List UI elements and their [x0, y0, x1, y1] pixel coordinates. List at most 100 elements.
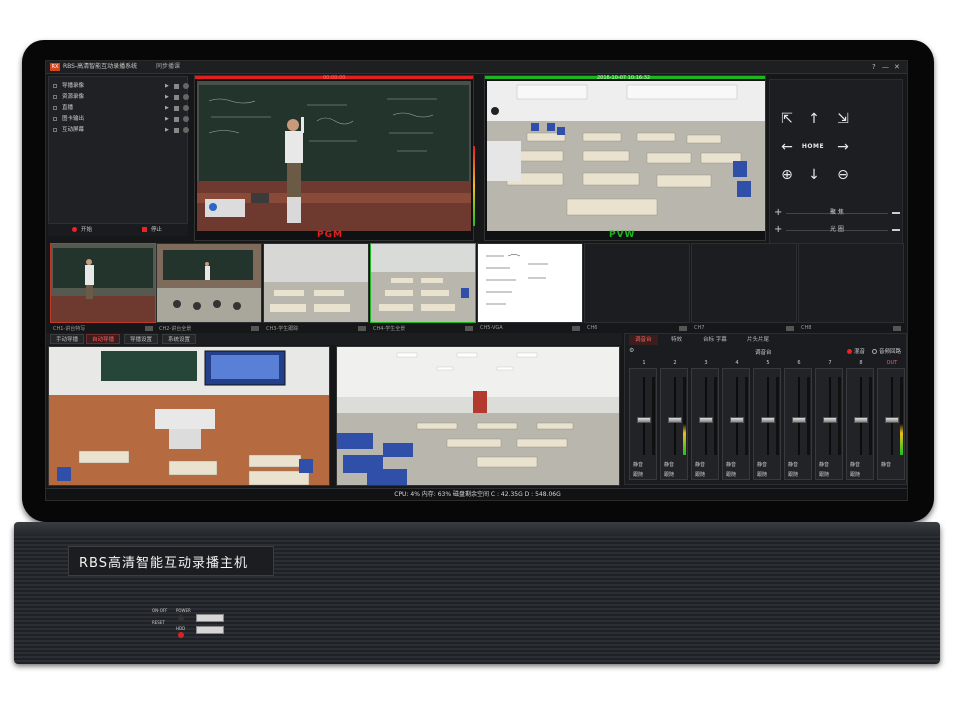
- checkbox[interactable]: [53, 106, 57, 110]
- pgm-monitor[interactable]: 00:00:00 PGM: [194, 75, 475, 241]
- arrow-right-icon[interactable]: →: [832, 136, 854, 158]
- stop-button[interactable]: 停止: [142, 224, 162, 236]
- stop-icon[interactable]: [174, 106, 179, 111]
- channel-thumb-6[interactable]: CH6: [584, 243, 690, 331]
- follow-checkbox[interactable]: 跟随: [819, 471, 829, 478]
- minus-icon[interactable]: [892, 212, 900, 214]
- tab-auto-director[interactable]: 自动导播: [86, 334, 121, 344]
- camera-icon[interactable]: [251, 326, 259, 331]
- stop-icon[interactable]: [174, 95, 179, 100]
- mute-checkbox[interactable]: 静音: [757, 461, 767, 468]
- fader-knob[interactable]: [885, 416, 899, 423]
- fader-knob[interactable]: [730, 416, 744, 423]
- play-icon[interactable]: ▶: [165, 116, 170, 122]
- follow-checkbox[interactable]: 跟随: [757, 471, 767, 478]
- mute-checkbox[interactable]: 静音: [695, 461, 705, 468]
- tab-manual-director[interactable]: 手动导播: [50, 334, 85, 344]
- camera-icon[interactable]: [786, 326, 794, 331]
- mode-menu[interactable]: 同步播课: [156, 61, 180, 73]
- walk-left-icon[interactable]: ⇱: [776, 108, 798, 130]
- control-row-live[interactable]: 直播 ▶: [53, 103, 189, 113]
- channel-thumb-8[interactable]: CH8: [798, 243, 904, 331]
- fader-knob[interactable]: [761, 416, 775, 423]
- fader-knob[interactable]: [792, 416, 806, 423]
- settings-icon[interactable]: [183, 127, 189, 133]
- channel-thumb-3[interactable]: CH3-学生跟踪: [263, 243, 369, 332]
- checkbox[interactable]: [53, 95, 57, 99]
- camera-icon[interactable]: [145, 326, 153, 331]
- follow-checkbox[interactable]: 跟随: [695, 471, 705, 478]
- channel-thumb-4[interactable]: CH4-学生全景: [370, 243, 476, 332]
- fader-knob[interactable]: [823, 416, 837, 423]
- pvw-monitor[interactable]: 2016-10-07 10:16:32 PVW: [484, 75, 766, 241]
- plus-icon[interactable]: +: [774, 224, 782, 235]
- walk-right-icon[interactable]: ⇲: [832, 108, 854, 130]
- mix-radio[interactable]: [847, 349, 852, 354]
- tab-effects[interactable]: 特效: [665, 335, 688, 345]
- play-icon[interactable]: ▶: [165, 94, 170, 100]
- gear-icon[interactable]: ⚙: [629, 347, 634, 354]
- play-icon[interactable]: ▶: [165, 105, 170, 111]
- mute-checkbox[interactable]: 静音: [726, 461, 736, 468]
- settings-icon[interactable]: [183, 94, 189, 100]
- follow-checkbox[interactable]: 跟随: [633, 471, 643, 478]
- checkbox[interactable]: [53, 84, 57, 88]
- settings-icon[interactable]: [183, 83, 189, 89]
- tab-system-settings[interactable]: 系统设置: [162, 334, 197, 344]
- mute-checkbox[interactable]: 静音: [819, 461, 829, 468]
- stop-icon[interactable]: [174, 117, 179, 122]
- mute-checkbox[interactable]: 静音: [850, 461, 860, 468]
- passthrough-radio[interactable]: [872, 349, 877, 354]
- follow-checkbox[interactable]: 跟随: [788, 471, 798, 478]
- camera-icon[interactable]: [679, 326, 687, 331]
- follow-checkbox[interactable]: 跟随: [726, 471, 736, 478]
- fader-knob[interactable]: [699, 416, 713, 423]
- mute-checkbox[interactable]: 静音: [788, 461, 798, 468]
- home-button[interactable]: HOME: [799, 136, 827, 158]
- mute-checkbox[interactable]: 静音: [664, 461, 674, 468]
- settings-icon[interactable]: [183, 105, 189, 111]
- checkbox[interactable]: [53, 117, 57, 121]
- camera-icon[interactable]: [465, 326, 473, 331]
- arrow-up-icon[interactable]: ↑: [803, 108, 825, 130]
- start-button[interactable]: 开始: [72, 224, 92, 236]
- fader-knob[interactable]: [668, 416, 682, 423]
- tab-director-settings[interactable]: 导播设置: [124, 334, 159, 344]
- checkbox[interactable]: [53, 128, 57, 132]
- focus-control[interactable]: + 聚 焦: [774, 207, 900, 219]
- fader-knob[interactable]: [854, 416, 868, 423]
- arrow-down-icon[interactable]: ↓: [803, 164, 825, 186]
- channel-thumb-7[interactable]: CH7: [691, 243, 797, 331]
- follow-checkbox[interactable]: 跟随: [664, 471, 674, 478]
- zoom-in-icon[interactable]: ⊕: [776, 164, 798, 186]
- play-icon[interactable]: ▶: [165, 127, 170, 133]
- zoom-out-icon[interactable]: ⊖: [832, 164, 854, 186]
- plus-icon[interactable]: +: [774, 207, 782, 218]
- tab-mixer[interactable]: 调音台: [629, 335, 658, 345]
- mute-checkbox[interactable]: 静音: [633, 461, 643, 468]
- mute-checkbox[interactable]: 静音: [881, 461, 891, 468]
- tab-logo-subtitle[interactable]: 台标 字幕: [697, 335, 733, 345]
- channel-thumb-2[interactable]: CH2-讲台全景: [156, 243, 262, 332]
- arrow-left-icon[interactable]: ←: [776, 136, 798, 158]
- settings-icon[interactable]: [183, 116, 189, 122]
- main-view-right[interactable]: [336, 346, 620, 486]
- camera-icon[interactable]: [572, 326, 580, 331]
- camera-icon[interactable]: [893, 326, 901, 331]
- main-view-left[interactable]: [48, 346, 330, 486]
- control-row-interactive-screen[interactable]: 互动屏幕 ▶: [53, 125, 189, 135]
- stop-icon[interactable]: [174, 84, 179, 89]
- tab-intro-outro[interactable]: 片头片尾: [741, 335, 775, 345]
- stop-icon[interactable]: [174, 128, 179, 133]
- minus-icon[interactable]: [892, 229, 900, 231]
- control-row-resource-record[interactable]: 资源录像 ▶: [53, 92, 189, 102]
- control-row-director-record[interactable]: 导播录像 ▶: [53, 81, 189, 91]
- minimize-icon[interactable]: —: [882, 61, 889, 73]
- play-icon[interactable]: ▶: [165, 83, 170, 89]
- camera-icon[interactable]: [358, 326, 366, 331]
- control-row-card-output[interactable]: 图卡输出 ▶: [53, 114, 189, 124]
- follow-checkbox[interactable]: 跟随: [850, 471, 860, 478]
- fader-knob[interactable]: [637, 416, 651, 423]
- channel-thumb-1[interactable]: CH1-讲台特写: [50, 243, 156, 332]
- help-icon[interactable]: ?: [872, 61, 876, 73]
